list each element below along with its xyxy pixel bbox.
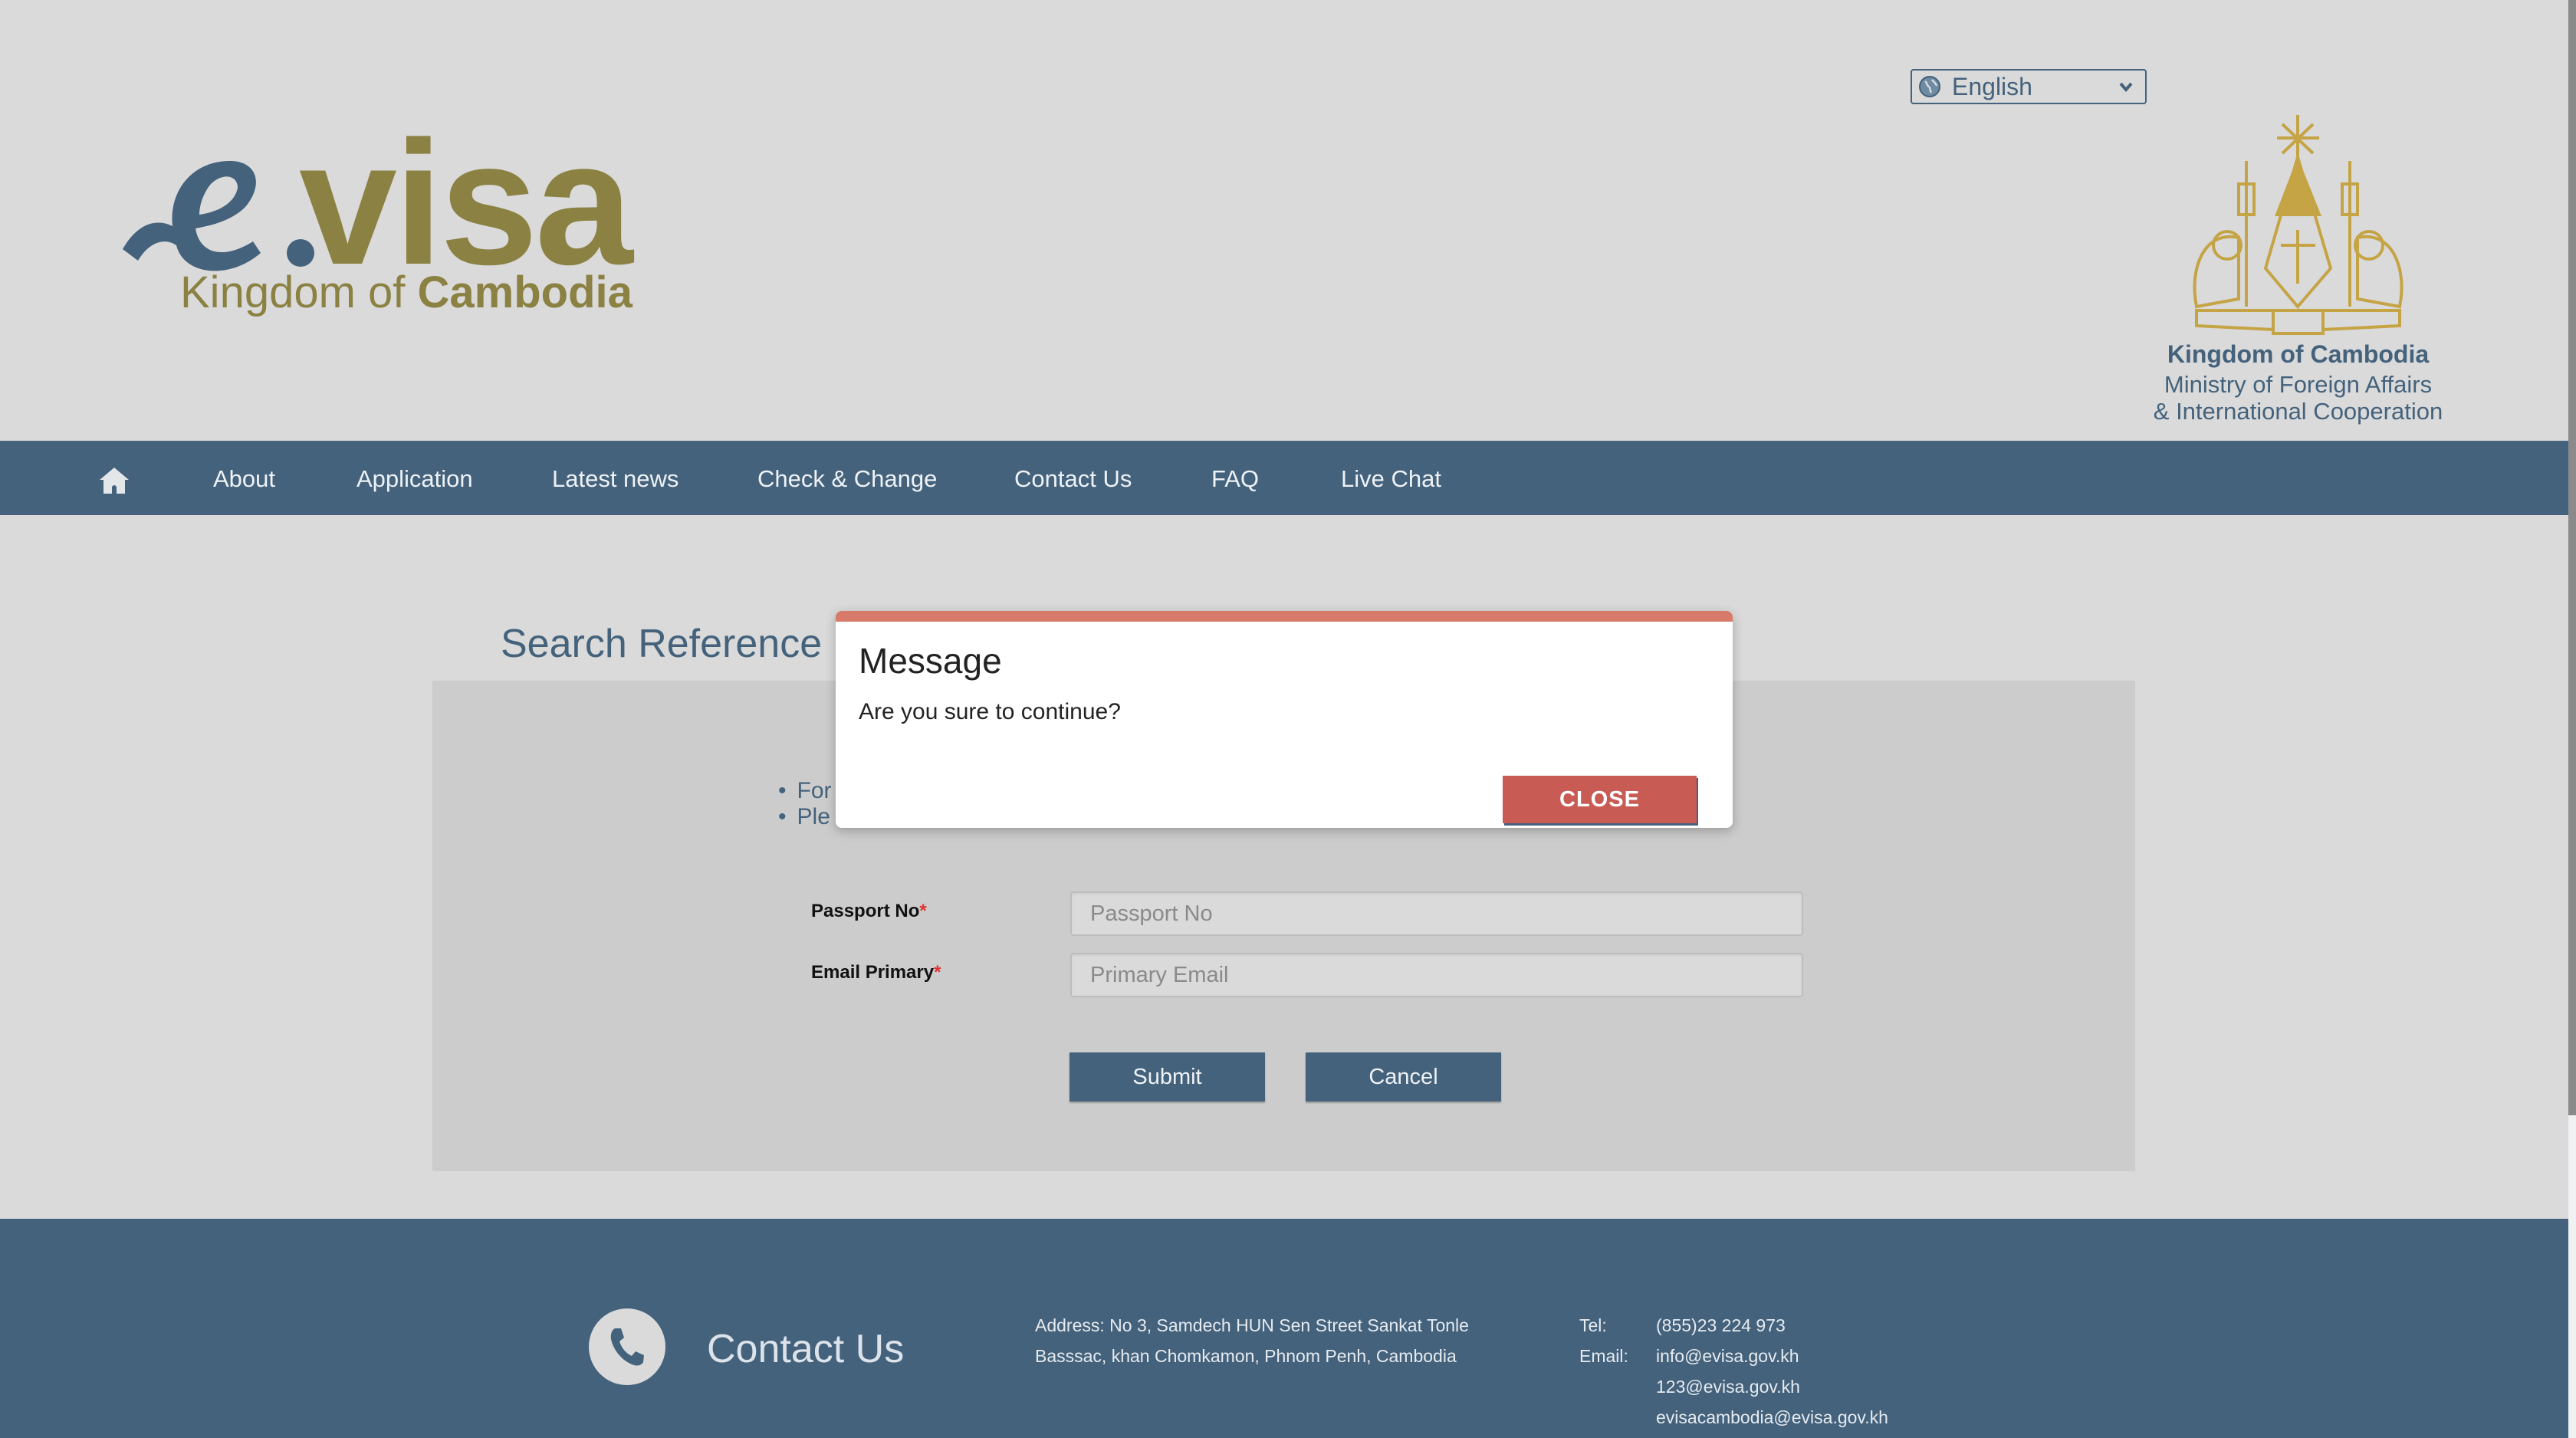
logo-word: visa [299,104,633,301]
email-label-text: Email Primary [811,962,935,983]
royal-coat-of-arms-icon [2193,115,2404,335]
dialog-accent-bar [836,611,1733,622]
evisa-logo[interactable]: visa Kingdom of Cambodia [115,115,644,322]
ministry-line-kingdom: Kingdom of Cambodia [2167,340,2430,368]
phone-badge [589,1308,665,1385]
chevron-down-icon [2119,82,2133,93]
nav-item-faq[interactable]: FAQ [1211,465,1259,493]
page-title: Search Reference N [501,622,863,666]
footer-email-label: Email: [1579,1346,1628,1366]
ministry-line-cooperation: & International Cooperation [2153,398,2443,425]
language-select[interactable]: English [1911,69,2147,104]
footer-email-link[interactable]: 123@evisa.gov.kh [1656,1377,1800,1397]
footer-tel-label: Tel: [1579,1315,1607,1335]
home-icon[interactable] [98,466,130,495]
logo-sub-prefix: Kingdom of [180,268,418,317]
cancel-button[interactable]: Cancel [1306,1052,1501,1101]
footer-contact-title: Contact Us [707,1327,905,1371]
footer-address-line: Basssac, khan Chomkamon, Phnom Penh, Cam… [1035,1346,1457,1366]
required-mark: * [934,962,941,983]
language-select-value: English [1952,72,2032,100]
phone-icon [610,1328,644,1366]
footer-tel-value[interactable]: (855)23 224 973 [1656,1315,1786,1336]
passport-label-text: Passport No [811,901,920,921]
email-input[interactable] [1070,953,1803,997]
instruction-bullet: For [778,778,832,804]
footer-email-link[interactable]: evisacambodia@evisa.gov.kh [1656,1407,1888,1428]
required-mark: * [919,901,927,921]
dialog-message: Are you sure to continue? [859,699,1121,724]
globe-icon [1919,76,1940,97]
dialog-title: Message [859,641,1002,681]
dialog-close-button[interactable]: CLOSE [1503,776,1697,823]
nav-item-latest-news[interactable]: Latest news [552,465,678,493]
ministry-line-ministry: Ministry of Foreign Affairs [2164,371,2433,398]
logo-sub-bold: Cambodia [417,268,632,317]
footer-email-link[interactable]: info@evisa.gov.kh [1656,1346,1799,1367]
nav-item-about[interactable]: About [213,465,275,493]
message-dialog: Message Are you sure to continue? CLOSE [836,611,1733,828]
passport-input[interactable] [1070,891,1803,936]
footer-address-line: Address: No 3, Samdech HUN Sen Street Sa… [1035,1315,1469,1335]
nav-item-application[interactable]: Application [356,465,473,493]
submit-button[interactable]: Submit [1070,1052,1265,1101]
scrollbar-thumb[interactable] [2568,0,2576,1115]
email-label: Email Primary* [811,962,941,983]
nav-item-contact-us[interactable]: Contact Us [1014,465,1132,493]
passport-label: Passport No* [811,901,927,922]
nav-item-check-change[interactable]: Check & Change [757,465,937,493]
nav-item-live-chat[interactable]: Live Chat [1341,465,1441,493]
instruction-bullet: Ple [778,804,830,830]
logo-subline: Kingdom of Cambodia [180,267,632,318]
